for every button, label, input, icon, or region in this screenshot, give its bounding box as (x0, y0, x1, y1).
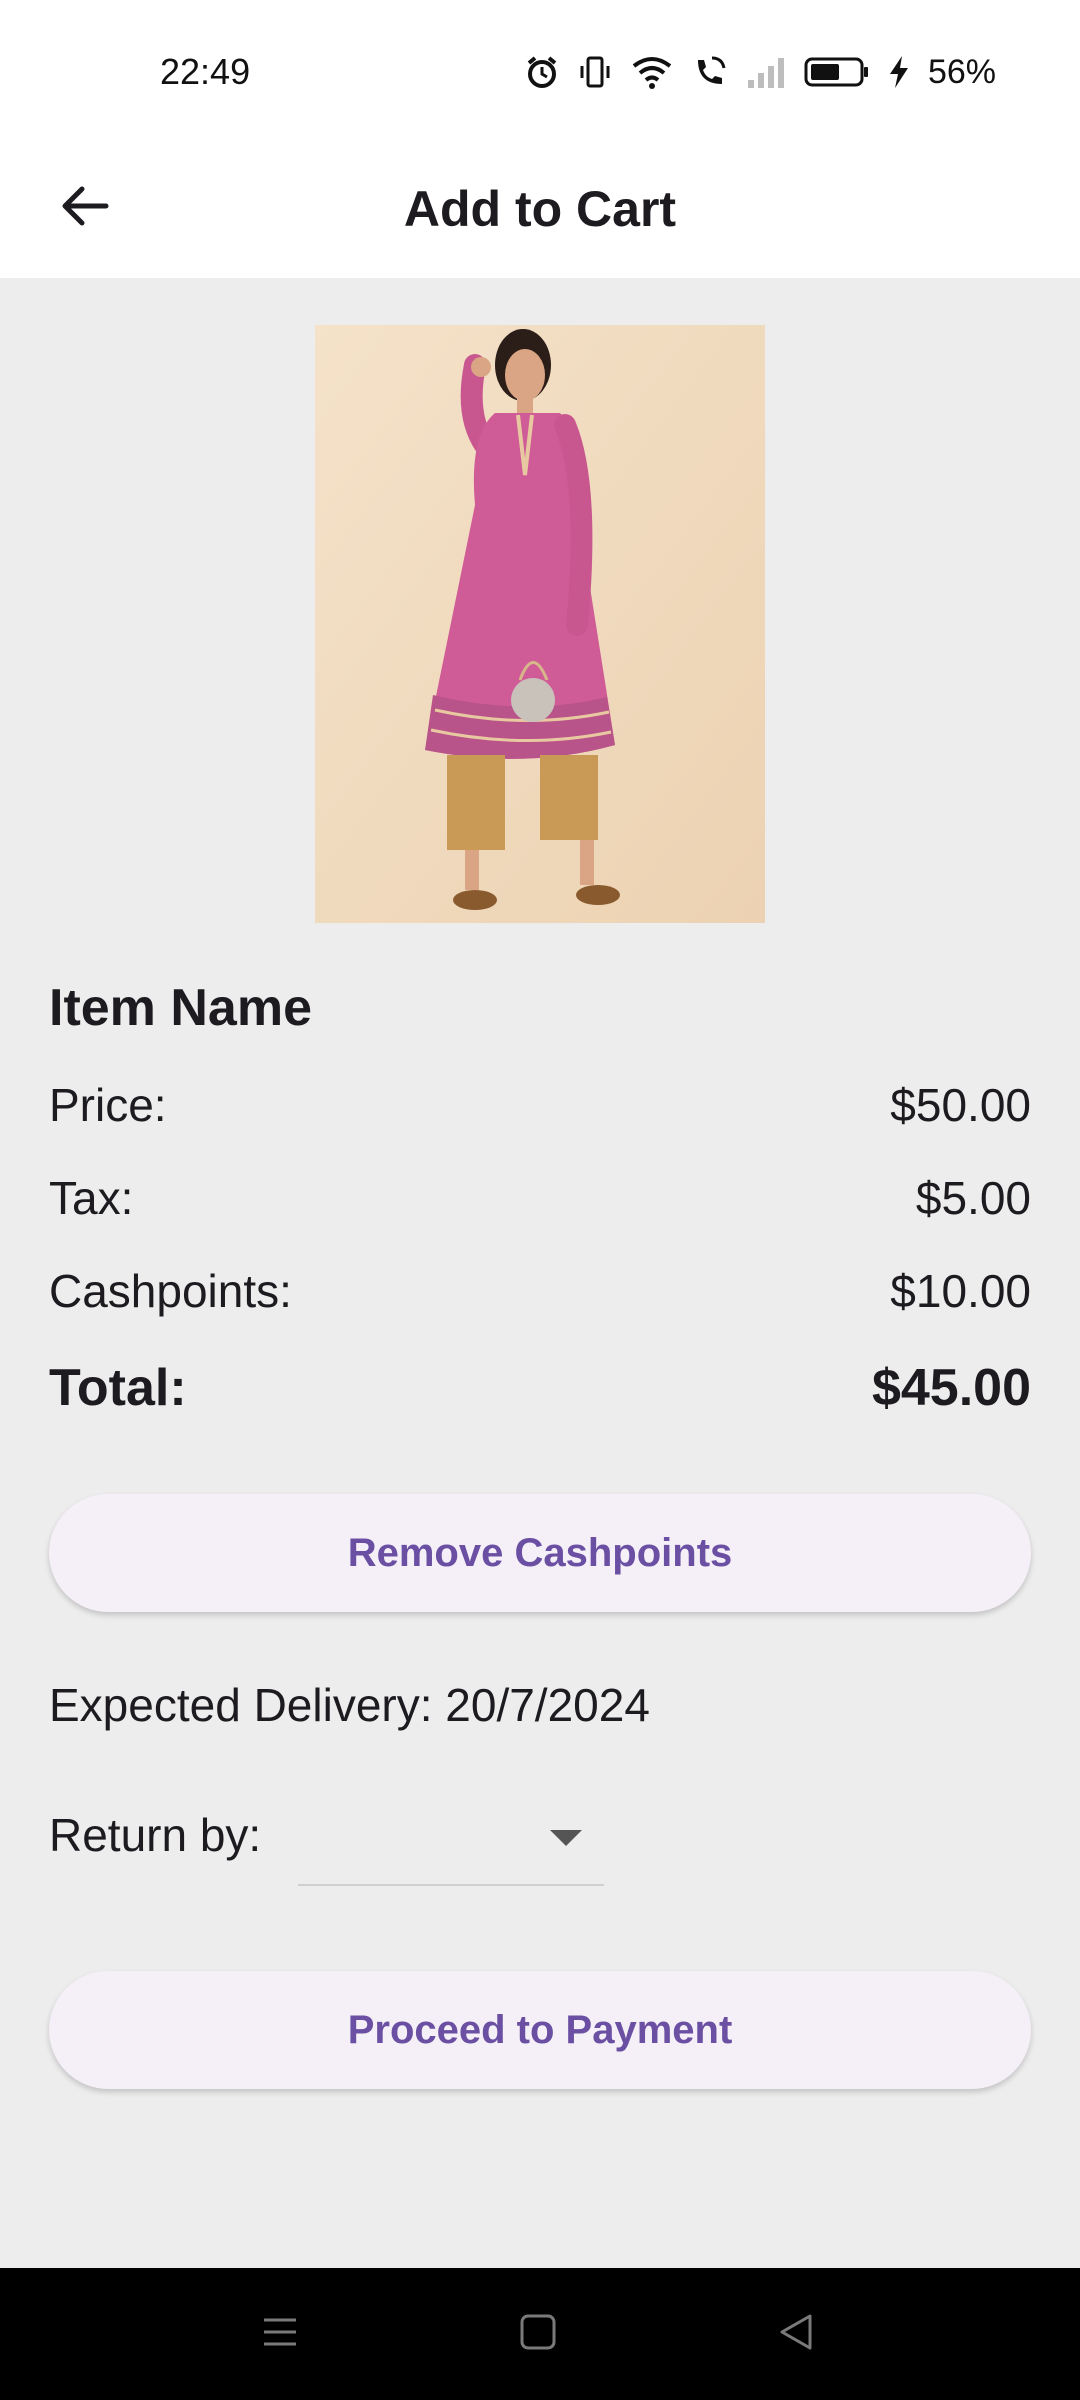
return-by-label: Return by: (49, 1809, 262, 1861)
menu-icon (260, 2312, 300, 2357)
arrow-left-icon (56, 178, 112, 239)
tax-label: Tax: (49, 1172, 134, 1224)
wifi-calling-icon (692, 54, 728, 90)
cashpoints-label: Cashpoints: (49, 1265, 292, 1317)
price-row: Price: $50.00 (49, 1078, 1031, 1132)
tax-value: $5.00 (915, 1172, 1031, 1224)
battery-percentage: 56% (927, 53, 996, 91)
system-nav-bar (0, 2268, 1080, 2400)
total-label: Total: (49, 1359, 187, 1417)
status-bar: 22:49 56% (0, 0, 1080, 140)
tax-row: Tax: $5.00 (49, 1171, 1031, 1225)
price-value: $50.00 (890, 1079, 1031, 1131)
status-time: 22:49 (160, 51, 251, 92)
cashpoints-row: Cashpoints: $10.00 (49, 1264, 1031, 1318)
wifi-icon (630, 54, 674, 90)
back-nav-button[interactable] (766, 2304, 826, 2364)
back-button[interactable] (42, 166, 126, 250)
signal-icon (746, 54, 786, 90)
cashpoints-value: $10.00 (890, 1265, 1031, 1317)
item-name: Item Name (49, 979, 312, 1037)
return-by-dropdown[interactable] (298, 1788, 604, 1886)
alarm-icon (524, 54, 560, 90)
total-row: Total: $45.00 (49, 1358, 1031, 1418)
expected-delivery: Expected Delivery: 20/7/2024 (49, 1679, 650, 1731)
product-image (315, 325, 765, 923)
page-title: Add to Cart (403, 181, 677, 237)
back-triangle-icon (776, 2312, 816, 2357)
home-square-icon (518, 2312, 558, 2357)
dropdown-caret-icon (548, 1828, 584, 1853)
price-label: Price: (49, 1079, 167, 1131)
charging-icon (888, 54, 910, 90)
menu-button[interactable] (250, 2304, 310, 2364)
remove-cashpoints-button[interactable]: Remove Cashpoints (49, 1494, 1031, 1612)
vibrate-icon (578, 54, 612, 90)
app-bar: Add to Cart (0, 140, 1080, 278)
proceed-to-payment-button[interactable]: Proceed to Payment (49, 1971, 1031, 2089)
total-value: $45.00 (871, 1359, 1031, 1417)
home-button[interactable] (508, 2304, 568, 2364)
status-icons: 56% (524, 48, 996, 96)
battery-icon (804, 54, 870, 90)
cart-content: Item Name Price: $50.00 Tax: $5.00 Cashp… (0, 278, 1080, 2268)
